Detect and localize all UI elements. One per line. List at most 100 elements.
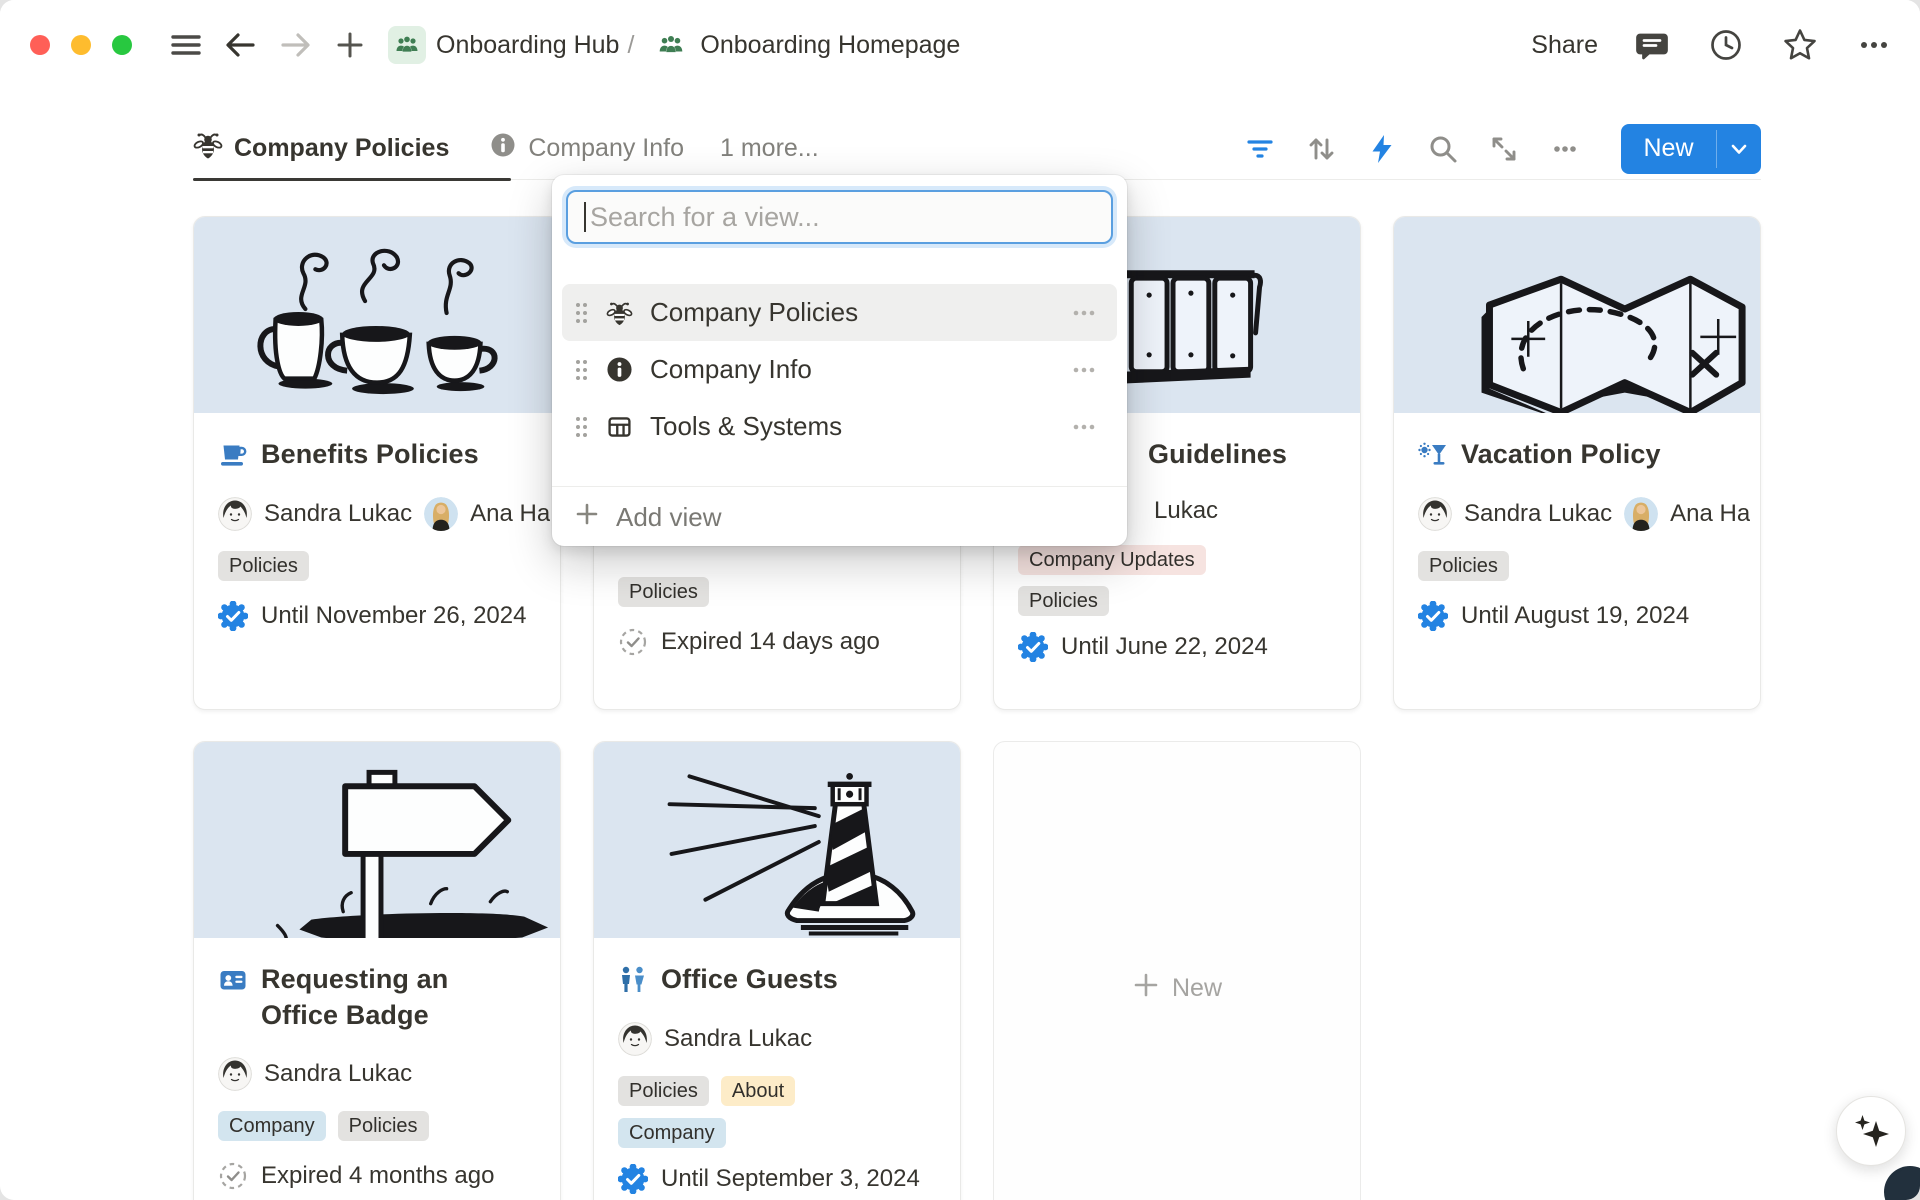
close-window-button[interactable] [30, 35, 50, 55]
drag-handle-icon[interactable] [574, 301, 590, 325]
forward-arrow-icon[interactable] [276, 25, 316, 65]
card-office-guests[interactable]: Office Guests Sandra Lukac Policies Abou… [593, 741, 961, 1200]
card-title: Benefits Policies [261, 437, 479, 473]
tab-label: Company Policies [234, 134, 449, 163]
plus-icon [574, 501, 600, 534]
new-page-plus-icon[interactable] [330, 25, 370, 65]
comments-icon[interactable] [1632, 25, 1672, 65]
view-item-tools-systems[interactable]: Tools & Systems [562, 398, 1117, 455]
card-people: Sandra Lukac Ana Hau [1418, 497, 1750, 531]
view-tabs-bar: Company Policies Company Info 1 more... [193, 118, 1761, 180]
card-people: Sandra Lukac [218, 1057, 550, 1091]
team-icon [652, 26, 690, 64]
new-card-button[interactable]: New [993, 741, 1361, 1200]
person-name: Sandra Lukac [264, 500, 412, 528]
zoom-window-button[interactable] [112, 35, 132, 55]
favorite-star-icon[interactable] [1780, 25, 1820, 65]
folded-map-cover-illustration [1394, 217, 1760, 413]
sort-icon[interactable] [1304, 132, 1338, 166]
status-text: Until June 22, 2024 [1061, 633, 1268, 661]
person-name: Ana Hau [1670, 500, 1750, 528]
person-name: Lukac [1154, 497, 1218, 525]
back-arrow-icon[interactable] [220, 25, 260, 65]
tag: Policies [1018, 586, 1109, 616]
card-benefits-policies[interactable]: Benefits Policies Sandra Lukac Ana Ha [193, 216, 561, 710]
cocktail-sun-icon [1418, 440, 1448, 470]
avatar-sandra [218, 1057, 252, 1091]
tag: Company [618, 1118, 726, 1148]
verified-badge-icon [1018, 632, 1048, 662]
new-button[interactable]: New [1621, 124, 1761, 174]
expand-icon[interactable] [1487, 132, 1521, 166]
share-button[interactable]: Share [1531, 31, 1598, 60]
view-search-dropdown: Company Policies Company Info [552, 175, 1127, 546]
view-search-input[interactable] [566, 190, 1113, 244]
verified-badge-icon [618, 1164, 648, 1194]
person-name: Ana Ha [470, 500, 550, 528]
breadcrumb-hub[interactable]: Onboarding Hub [436, 31, 619, 60]
id-badge-icon [218, 965, 248, 995]
plus-icon [1132, 971, 1160, 1006]
tabs-more-link[interactable]: 1 more... [720, 134, 819, 163]
card-requesting-office-badge[interactable]: Requesting an Office Badge Sandra Lukac … [193, 741, 561, 1200]
chevron-down-icon[interactable] [1717, 124, 1761, 174]
tab-company-info[interactable]: Company Info [489, 131, 684, 166]
status-text: Expired 4 months ago [261, 1162, 494, 1190]
drag-handle-icon[interactable] [574, 415, 590, 439]
tab-label: Company Info [528, 134, 684, 163]
lighthouse-cover-illustration [594, 742, 960, 938]
search-icon[interactable] [1426, 132, 1460, 166]
avatar-sandra [218, 497, 252, 531]
titlebar: Onboarding Hub / Onboarding Homepage Sha… [0, 0, 1920, 90]
more-options-icon[interactable] [1854, 25, 1894, 65]
status-text: Expired 14 days ago [661, 628, 880, 656]
view-item-options-button[interactable] [1067, 410, 1101, 444]
avatar-ana [1624, 497, 1658, 531]
info-icon [489, 131, 517, 166]
active-tab-underline [193, 178, 511, 181]
team-icon [388, 26, 426, 64]
tag: Policies [1418, 551, 1509, 581]
status-text: Until August 19, 2024 [1461, 602, 1689, 630]
drag-handle-icon[interactable] [574, 358, 590, 382]
view-item-company-info[interactable]: Company Info [562, 341, 1117, 398]
coffee-cup-icon [218, 440, 248, 470]
card-vacation-policy[interactable]: Vacation Policy Sandra Lukac Ana Hau P [1393, 216, 1761, 710]
tab-company-policies[interactable]: Company Policies [193, 130, 449, 167]
app-window: Onboarding Hub / Onboarding Homepage Sha… [0, 0, 1920, 1200]
person-name: Sandra Lukac [264, 1060, 412, 1088]
table-icon [606, 413, 633, 440]
person-name: Sandra Lukac [664, 1025, 812, 1053]
three-mugs-cover-illustration [194, 217, 560, 413]
view-item-options-button[interactable] [1067, 353, 1101, 387]
view-search-field [566, 190, 1113, 244]
add-view-label: Add view [616, 502, 722, 533]
sidebar-menu-icon[interactable] [166, 25, 206, 65]
view-item-options-button[interactable] [1067, 296, 1101, 330]
card-title: Guidelines [1148, 437, 1287, 473]
avatar-ana [424, 497, 458, 531]
tag: Company [218, 1111, 326, 1141]
minimize-window-button[interactable] [71, 35, 91, 55]
tag: Policies [618, 577, 709, 607]
view-list: Company Policies Company Info [562, 284, 1117, 455]
tag: Policies [338, 1111, 429, 1141]
automation-lightning-icon[interactable] [1365, 132, 1399, 166]
view-item-label: Company Info [650, 354, 1067, 385]
history-clock-icon[interactable] [1706, 25, 1746, 65]
status-text: Until November 26, 2024 [261, 602, 526, 630]
dashed-circle-check-icon [618, 627, 648, 657]
add-view-button[interactable]: Add view [562, 492, 1117, 542]
breadcrumb-page[interactable]: Onboarding Homepage [700, 31, 960, 60]
view-item-label: Company Policies [650, 297, 1067, 328]
dropdown-divider [552, 486, 1127, 487]
traffic-lights [30, 35, 132, 55]
info-icon [606, 356, 633, 383]
card-people: Sandra Lukac [618, 1022, 950, 1056]
ai-avatar-peek [1884, 1166, 1920, 1200]
view-item-company-policies[interactable]: Company Policies [562, 284, 1117, 341]
ai-assistant-button[interactable] [1836, 1096, 1906, 1166]
view-more-options-icon[interactable] [1548, 132, 1582, 166]
two-people-icon [618, 965, 648, 995]
filter-icon[interactable] [1243, 132, 1277, 166]
